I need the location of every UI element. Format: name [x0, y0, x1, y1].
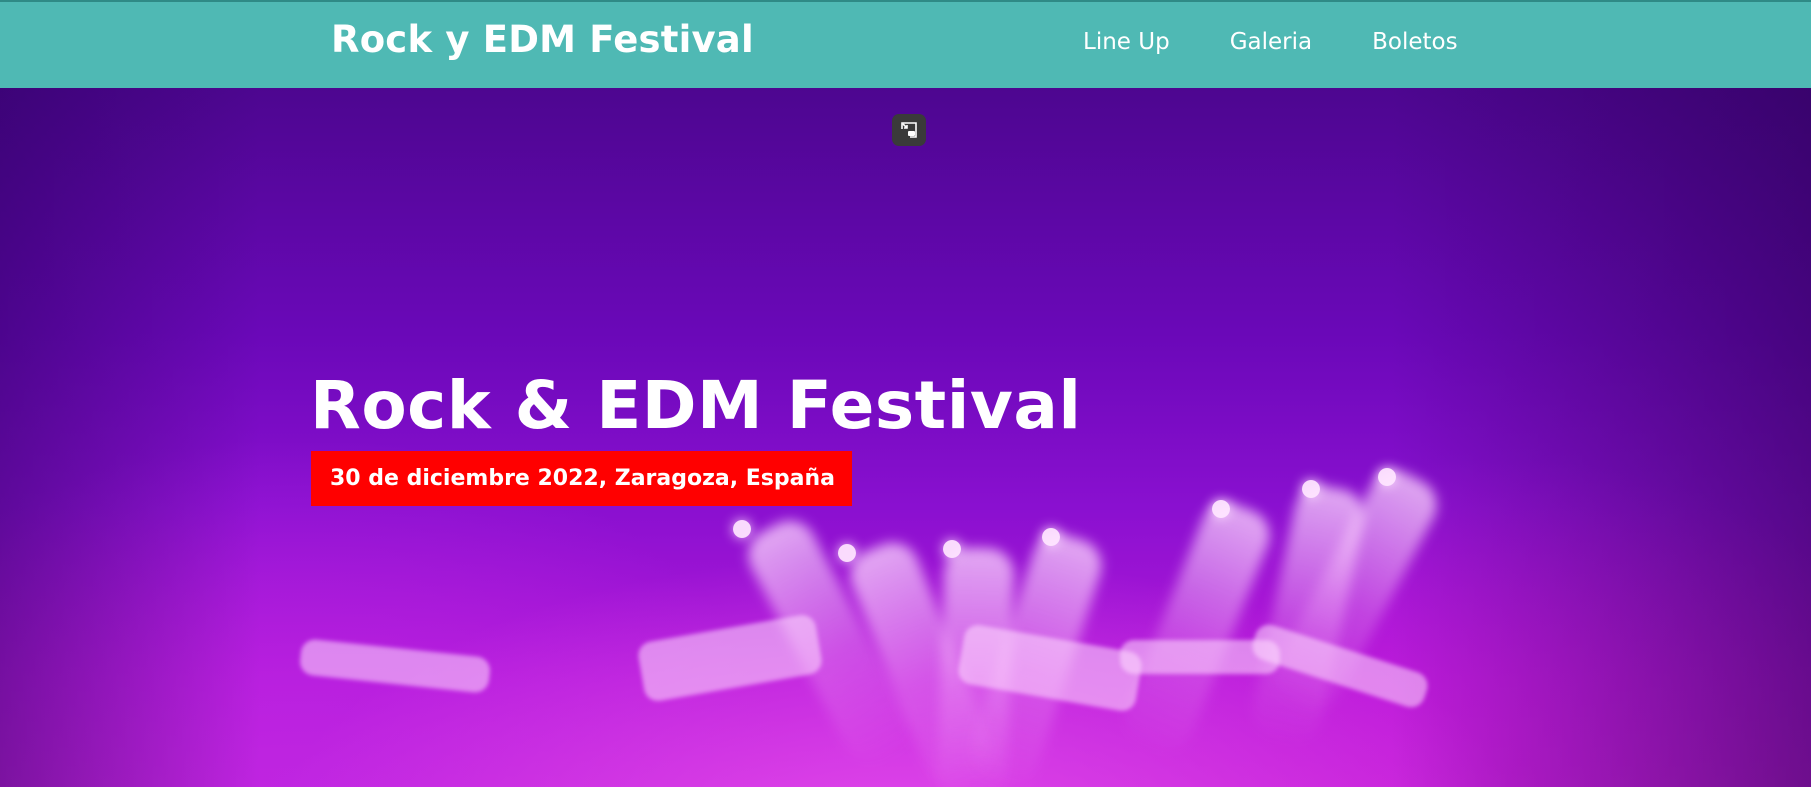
page: Rock y EDM Festival Line Up Galeria Bole… — [0, 0, 1811, 787]
stage-lamp — [1302, 480, 1320, 498]
nav-link-boletos[interactable]: Boletos — [1372, 29, 1457, 55]
stage-lamp — [1378, 468, 1396, 486]
hero-shade-right — [1391, 88, 1811, 787]
stage-lamp — [838, 544, 856, 562]
picture-in-picture-icon — [901, 122, 917, 138]
stage-lamp — [943, 540, 961, 558]
hero-title: Rock & EDM Festival — [310, 367, 1082, 444]
floor-light — [298, 638, 492, 694]
stage-lamp — [1042, 528, 1060, 546]
event-date-badge: 30 de diciembre 2022, Zaragoza, España — [311, 451, 852, 506]
nav-link-galeria[interactable]: Galeria — [1230, 29, 1312, 55]
main-nav: Line Up Galeria Boletos — [1083, 29, 1458, 55]
stage-light-beam — [1115, 494, 1278, 763]
picture-in-picture-button[interactable] — [892, 114, 926, 146]
hero-shade-left — [0, 88, 260, 787]
stage-lamp — [1212, 500, 1230, 518]
nav-link-line-up[interactable]: Line Up — [1083, 29, 1170, 55]
stage-lamp — [733, 520, 751, 538]
event-date-location: 30 de diciembre 2022, Zaragoza, España — [330, 466, 835, 491]
site-logo[interactable]: Rock y EDM Festival — [331, 19, 754, 61]
floor-light — [636, 612, 824, 704]
site-header: Rock y EDM Festival Line Up Galeria Bole… — [0, 0, 1811, 88]
